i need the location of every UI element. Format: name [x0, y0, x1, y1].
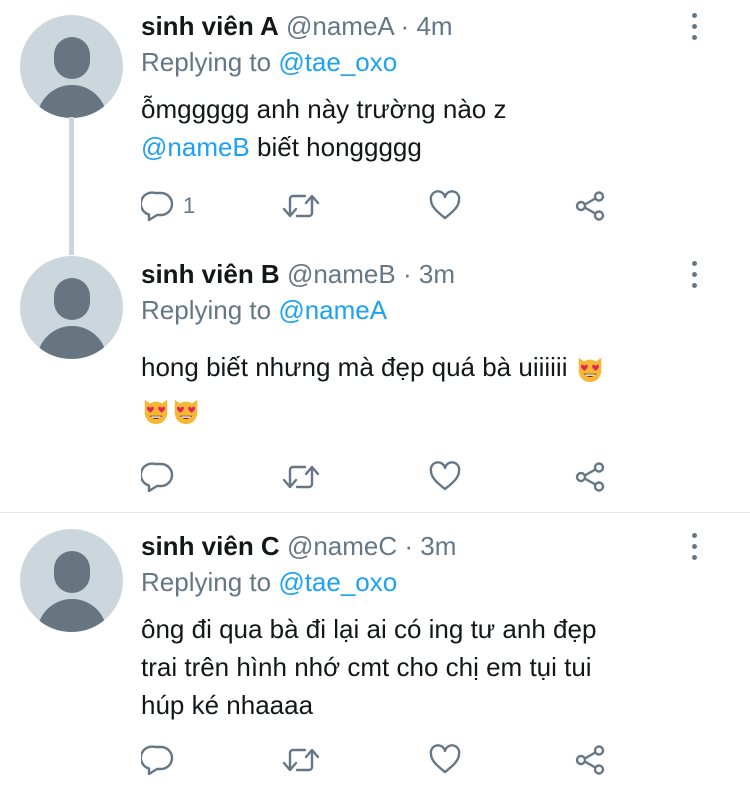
speech-bubble-icon — [141, 460, 175, 494]
more-options-button[interactable] — [682, 12, 706, 42]
tweet-text-line: hong biết nhưng mà đẹp quá bà uiiiiii — [141, 348, 711, 386]
author-name[interactable]: sinh viên C — [141, 531, 280, 561]
action-bar — [141, 457, 621, 497]
avatar-c[interactable] — [20, 529, 123, 632]
author-name[interactable]: sinh viên A — [141, 11, 279, 41]
avatar-b[interactable] — [20, 256, 123, 359]
like-button[interactable] — [428, 186, 462, 226]
smiling-cat-heart-eyes-emoji — [141, 396, 171, 426]
author-name[interactable]: sinh viên B — [141, 259, 280, 289]
avatar-head — [54, 278, 90, 320]
retweet-button[interactable] — [281, 740, 321, 780]
vertical-ellipsis-icon — [692, 533, 697, 538]
share-nodes-icon — [573, 743, 607, 777]
replying-to: Replying to @tae_oxo — [141, 44, 397, 80]
action-bar — [141, 740, 621, 780]
share-button[interactable] — [573, 457, 607, 497]
vertical-ellipsis-icon — [692, 261, 697, 266]
tweet-header: sinh viên B @nameB · 3m — [141, 256, 455, 292]
tweet-text-rest: biết honggggg — [249, 132, 422, 162]
replying-to-link[interactable]: @tae_oxo — [278, 47, 397, 77]
vertical-ellipsis-icon — [692, 272, 697, 277]
tweet-text: hong biết nhưng mà đẹp quá bà uiiiiii — [141, 348, 711, 428]
mention-link[interactable]: @nameB — [141, 132, 250, 162]
action-bar: 1 — [141, 186, 621, 226]
heart-outline-icon — [428, 189, 462, 223]
vertical-ellipsis-icon — [692, 13, 697, 18]
like-button[interactable] — [428, 457, 462, 497]
retweet-button[interactable] — [281, 186, 321, 226]
smiling-cat-heart-eyes-emoji — [171, 396, 201, 426]
tweet-header: sinh viên C @nameC · 3m — [141, 528, 456, 564]
vertical-ellipsis-icon — [692, 555, 697, 560]
reply-count: 1 — [183, 193, 196, 218]
tweet-text-line — [141, 390, 711, 428]
replying-prefix: Replying to — [141, 47, 272, 77]
replying-to-link[interactable]: @tae_oxo — [278, 567, 397, 597]
avatar-body — [37, 85, 107, 118]
thread-line — [69, 117, 74, 255]
vertical-ellipsis-icon — [692, 24, 697, 29]
meta-separator: · — [404, 531, 414, 561]
speech-bubble-icon — [141, 189, 175, 223]
smiling-cat-heart-eyes-emoji — [575, 354, 605, 384]
meta-separator: · — [400, 11, 410, 41]
more-options-button[interactable] — [682, 532, 706, 562]
tweet-text-line: ông đi qua bà đi lại ai có ing tư anh đẹ… — [141, 614, 597, 644]
meta-separator: · — [402, 259, 412, 289]
retweet-arrows-icon — [281, 743, 321, 777]
tweet-time[interactable]: 3m — [419, 259, 455, 289]
author-handle[interactable]: @nameC — [287, 531, 397, 561]
retweet-arrows-icon — [281, 460, 321, 494]
replying-prefix: Replying to — [141, 567, 272, 597]
tweet-text-line: @nameB biết honggggg — [141, 128, 711, 166]
more-options-button[interactable] — [682, 260, 706, 290]
author-handle[interactable]: @nameA — [286, 11, 393, 41]
avatar-head — [54, 37, 90, 79]
avatar-body — [37, 326, 107, 359]
replying-to-link[interactable]: @nameA — [278, 295, 387, 325]
tweet-divider — [0, 512, 750, 513]
reply-button[interactable] — [141, 457, 175, 497]
replying-to: Replying to @nameA — [141, 292, 387, 328]
share-button[interactable] — [573, 186, 607, 226]
tweet-text-line: húp ké nhaaaa — [141, 690, 314, 720]
avatar-body — [37, 599, 107, 632]
share-nodes-icon — [573, 460, 607, 494]
reply-button[interactable] — [141, 740, 175, 780]
tweet-text: ông đi qua bà đi lại ai có ing tư anh đẹ… — [141, 610, 711, 724]
vertical-ellipsis-icon — [692, 35, 697, 40]
tweet-header: sinh viên A @nameA · 4m — [141, 8, 453, 44]
replying-to: Replying to @tae_oxo — [141, 564, 397, 600]
tweet-text-content: hong biết nhưng mà đẹp quá bà uiiiiii — [141, 352, 568, 382]
retweet-button[interactable] — [281, 457, 321, 497]
author-handle[interactable]: @nameB — [287, 259, 396, 289]
avatar-a[interactable] — [20, 15, 123, 118]
tweet-text-line: trai trên hình nhớ cmt cho chị em tụi tu… — [141, 652, 592, 682]
tweet-time[interactable]: 4m — [416, 11, 452, 41]
heart-outline-icon — [428, 460, 462, 494]
reply-button[interactable]: 1 — [141, 186, 195, 226]
vertical-ellipsis-icon — [692, 283, 697, 288]
tweet-time[interactable]: 3m — [420, 531, 456, 561]
replying-prefix: Replying to — [141, 295, 272, 325]
vertical-ellipsis-icon — [692, 544, 697, 549]
retweet-arrows-icon — [281, 189, 321, 223]
like-button[interactable] — [428, 740, 462, 780]
share-nodes-icon — [573, 189, 607, 223]
tweet-text-line: ỗmggggg anh này trường nào z — [141, 94, 507, 124]
tweet-text: ỗmggggg anh này trường nào z @nameB biết… — [141, 90, 711, 166]
share-button[interactable] — [573, 740, 607, 780]
avatar-head — [54, 551, 90, 593]
speech-bubble-icon — [141, 743, 175, 777]
heart-outline-icon — [428, 743, 462, 777]
